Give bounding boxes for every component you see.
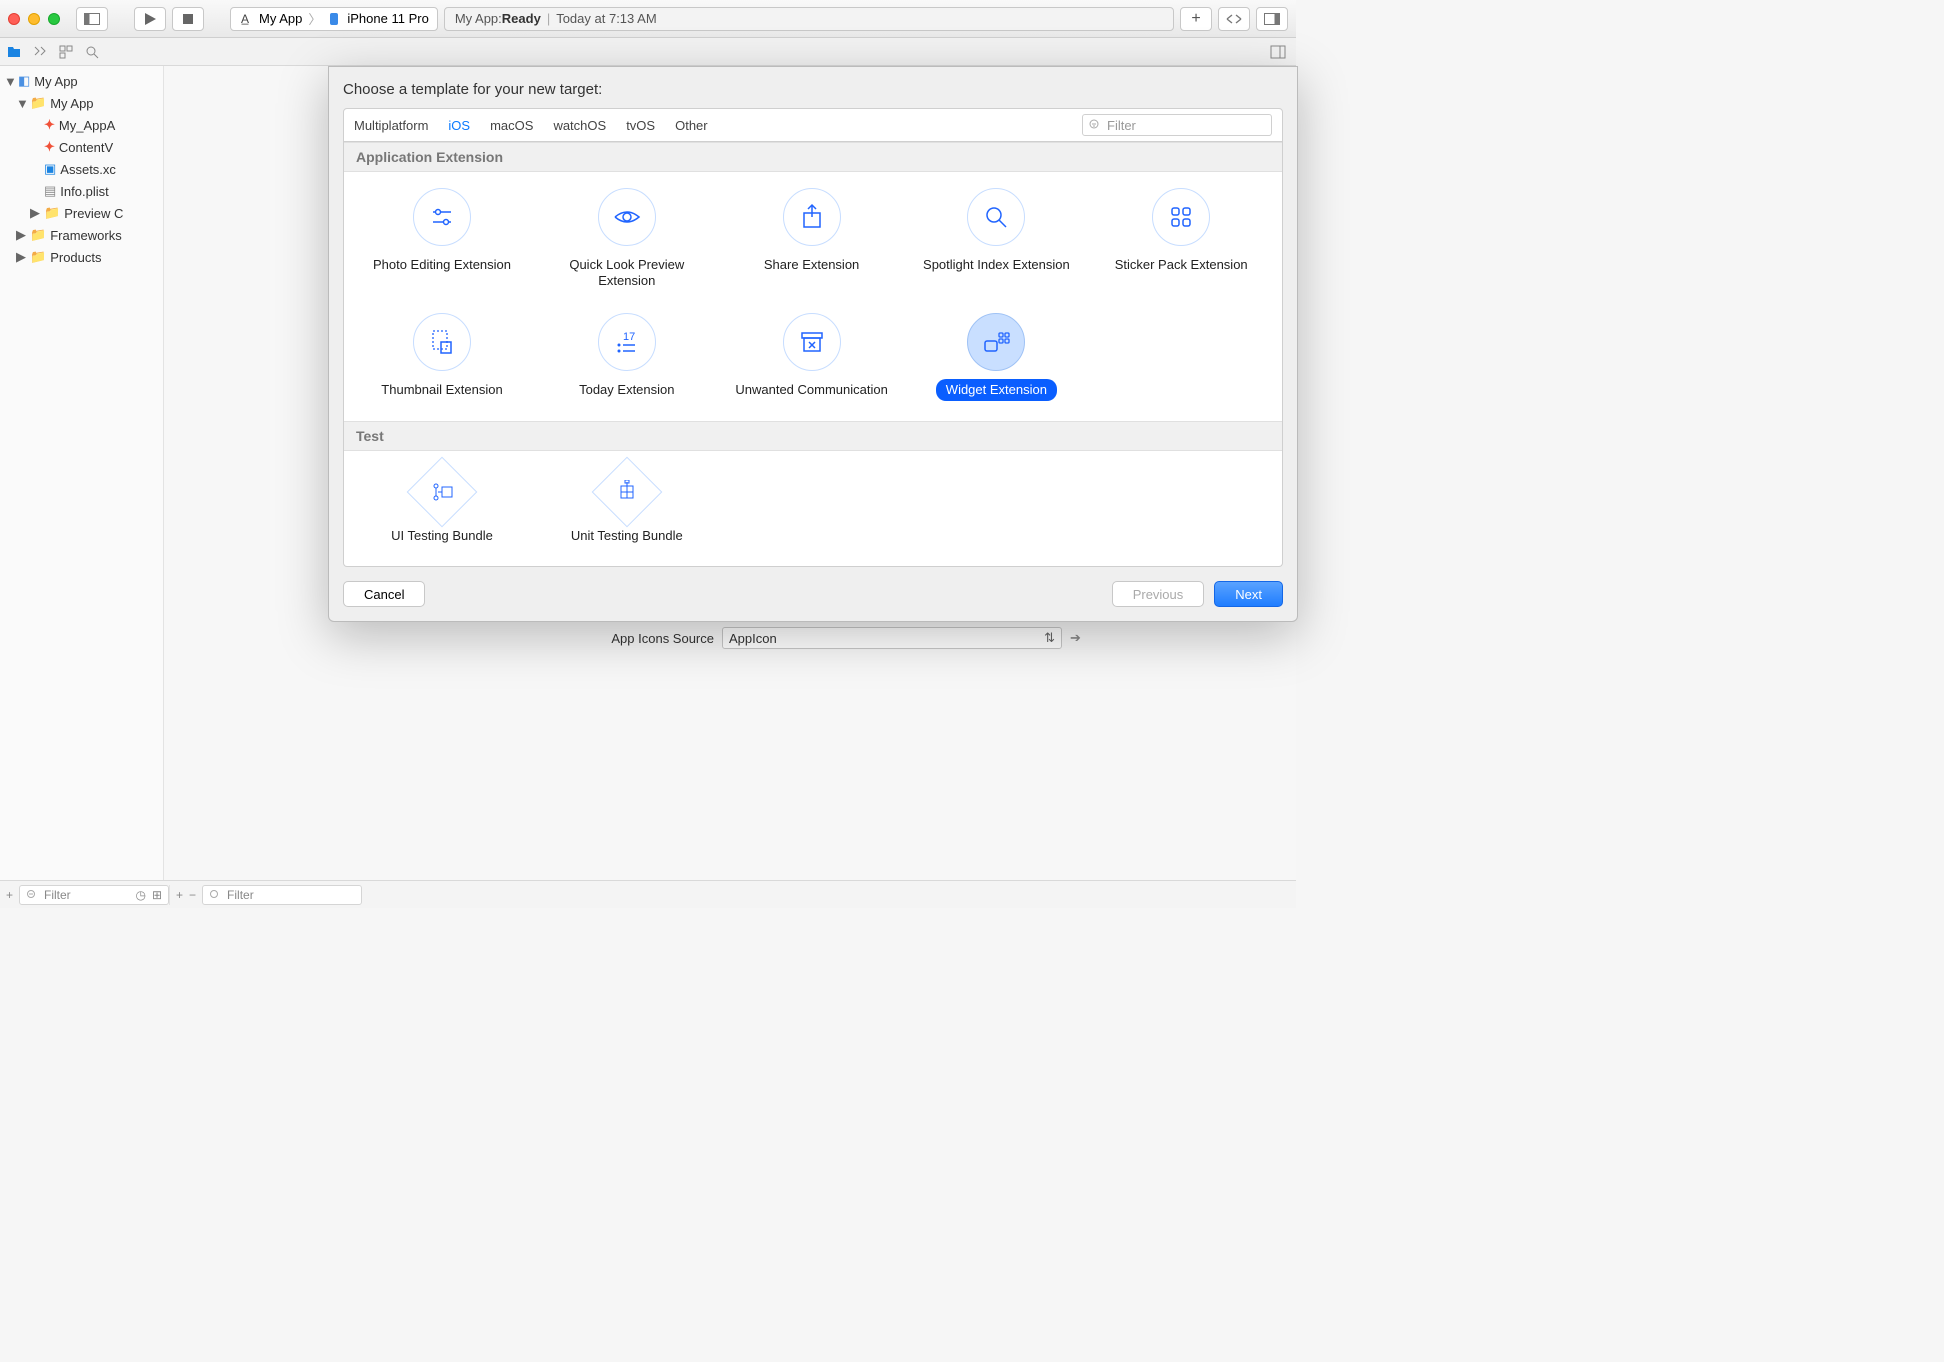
status-time: Today at 7:13 AM (556, 11, 656, 26)
thumbnail-icon (413, 313, 471, 371)
diamond-ui-test-icon (407, 456, 478, 527)
status-prefix: My App: (455, 11, 502, 26)
tab-multiplatform[interactable]: Multiplatform (354, 118, 428, 133)
template-quick-look[interactable]: Quick Look Preview Extension (539, 188, 715, 291)
source-control-navigator-icon[interactable] (32, 44, 48, 60)
template-spotlight[interactable]: Spotlight Index Extension (908, 188, 1084, 291)
run-button[interactable] (134, 7, 166, 31)
template-thumbnail[interactable]: Thumbnail Extension (354, 313, 530, 401)
group-my-app[interactable]: ▼📁My App (0, 92, 163, 114)
group-frameworks[interactable]: ▶📁Frameworks (0, 224, 163, 246)
diamond-unit-test-icon (591, 456, 662, 527)
platform-tabs: Multiplatform iOS macOS watchOS tvOS Oth… (343, 108, 1283, 142)
calendar-icon: 17 (598, 313, 656, 371)
minimize-window-icon[interactable] (28, 13, 40, 25)
project-navigator-icon[interactable] (6, 44, 22, 60)
app-icons-source-label: App Icons Source (584, 631, 714, 646)
project-root[interactable]: ▼◧My App (0, 70, 163, 92)
stop-button[interactable] (172, 7, 204, 31)
template-filter[interactable]: Filter (1082, 114, 1272, 136)
recent-icon[interactable]: ◷ (135, 888, 145, 902)
new-target-sheet: Choose a template for your new target: M… (328, 66, 1298, 622)
scheme-device-label: iPhone 11 Pro (347, 11, 428, 26)
tab-tvos[interactable]: tvOS (626, 118, 655, 133)
tab-watchos[interactable]: watchOS (553, 118, 606, 133)
sliders-icon (413, 188, 471, 246)
filter-icon (26, 889, 38, 901)
project-navigator: ▼◧My App ▼📁My App ✦My_AppA ✦ContentV ▣As… (0, 66, 164, 880)
template-list: Application Extension Photo Editing Exte… (343, 142, 1283, 567)
scm-icon[interactable]: ⊞ (152, 888, 162, 902)
navigator-selector (0, 38, 1296, 66)
next-button[interactable]: Next (1214, 581, 1283, 607)
template-widget-extension[interactable]: Widget Extension (908, 313, 1084, 401)
code-review-button[interactable] (1218, 7, 1250, 31)
section-test: Test (344, 421, 1282, 451)
section-application-extension: Application Extension (344, 142, 1282, 172)
previous-button[interactable]: Previous (1112, 581, 1205, 607)
zoom-window-icon[interactable] (48, 13, 60, 25)
template-sticker-pack[interactable]: Sticker Pack Extension (1093, 188, 1269, 291)
archive-x-icon (783, 313, 841, 371)
svg-text:17: 17 (623, 331, 635, 343)
app-icon: A̲ (239, 12, 253, 26)
svg-text:A̲: A̲ (241, 12, 249, 26)
add-button-editor[interactable]: + (176, 888, 183, 902)
device-icon (327, 12, 341, 26)
arrow-icon: ➔ (1070, 630, 1081, 646)
inspector-toggle-icon[interactable] (1270, 44, 1286, 60)
activity-status: My App: Ready | Today at 7:13 AM (444, 7, 1174, 31)
file-swift-1[interactable]: ✦My_AppA (0, 114, 163, 136)
tab-other[interactable]: Other (675, 118, 708, 133)
template-ui-testing[interactable]: UI Testing Bundle (354, 467, 530, 547)
add-target-button[interactable]: + (1180, 7, 1212, 31)
bottom-bar: + Filter ◷ ⊞ + − Filter (0, 880, 1296, 908)
widget-icon (967, 313, 1025, 371)
template-share[interactable]: Share Extension (724, 188, 900, 291)
file-plist[interactable]: ▤Info.plist (0, 180, 163, 202)
toggle-left-panel-button[interactable] (76, 7, 108, 31)
app-icons-source-select[interactable]: AppIcon ⇅ (722, 627, 1062, 649)
editor-filter[interactable]: Filter (202, 885, 362, 905)
toggle-right-panel-button[interactable] (1256, 7, 1288, 31)
filter-icon (1089, 119, 1101, 131)
tab-macos[interactable]: macOS (490, 118, 533, 133)
eye-icon (598, 188, 656, 246)
cancel-button[interactable]: Cancel (343, 581, 425, 607)
editor-area: ld Rules Supports multiple windows Confi… (164, 66, 1296, 880)
remove-button-editor[interactable]: − (189, 888, 196, 902)
template-unit-testing[interactable]: Unit Testing Bundle (539, 467, 715, 547)
tab-ios[interactable]: iOS (448, 118, 470, 133)
share-icon (783, 188, 841, 246)
scheme-selector[interactable]: A̲ My App 〉 iPhone 11 Pro (230, 7, 438, 31)
search-icon (967, 188, 1025, 246)
group-preview[interactable]: ▶📁Preview C (0, 202, 163, 224)
symbol-navigator-icon[interactable] (58, 44, 74, 60)
status-state: Ready (502, 11, 541, 26)
window-controls (8, 13, 60, 25)
grid-icon (1152, 188, 1210, 246)
sheet-buttons: Cancel Previous Next (343, 581, 1283, 607)
filter-placeholder: Filter (1107, 118, 1136, 133)
scheme-app-label: My App (259, 11, 302, 26)
sheet-title: Choose a template for your new target: (343, 81, 1283, 98)
close-window-icon[interactable] (8, 13, 20, 25)
toolbar: A̲ My App 〉 iPhone 11 Pro My App: Ready … (0, 0, 1296, 38)
template-photo-editing[interactable]: Photo Editing Extension (354, 188, 530, 291)
chevron-updown-icon: ⇅ (1044, 630, 1055, 646)
add-item-button[interactable]: + (6, 888, 13, 902)
navigator-filter[interactable]: Filter ◷ ⊞ (19, 885, 169, 905)
file-swift-2[interactable]: ✦ContentV (0, 136, 163, 158)
group-products[interactable]: ▶📁Products (0, 246, 163, 268)
template-unwanted-communication[interactable]: Unwanted Communication (724, 313, 900, 401)
template-today[interactable]: 17 Today Extension (539, 313, 715, 401)
find-navigator-icon[interactable] (84, 44, 100, 60)
file-assets[interactable]: ▣Assets.xc (0, 158, 163, 180)
filter-icon (209, 889, 221, 901)
